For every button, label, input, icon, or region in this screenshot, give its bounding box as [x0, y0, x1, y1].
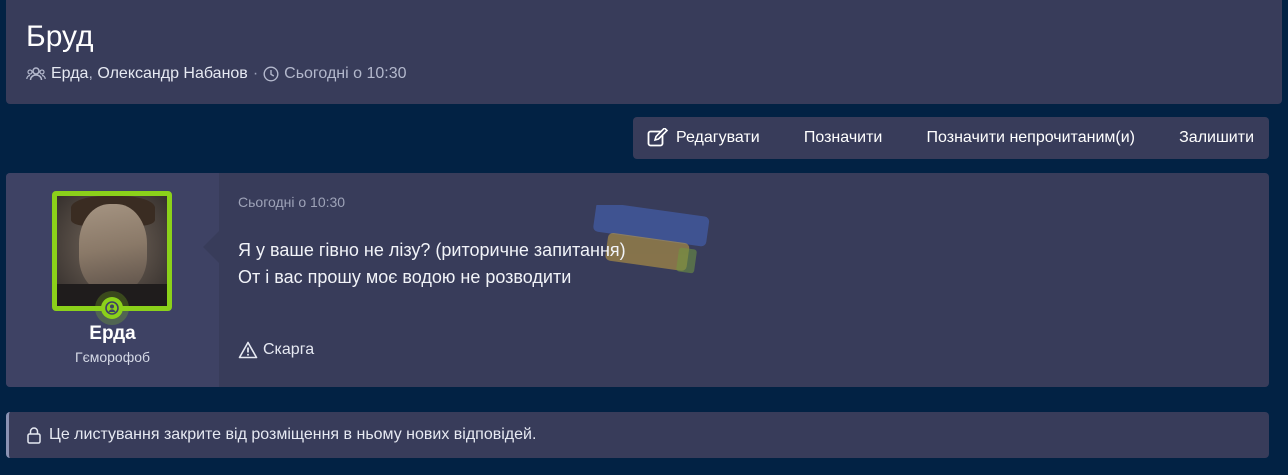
- message-arrow: [203, 231, 219, 263]
- warning-icon: [238, 341, 258, 359]
- users-icon: [26, 67, 46, 81]
- avatar-face: [79, 204, 147, 292]
- participant-separator: ,: [88, 65, 98, 82]
- user-title: Гєморофоб: [74, 349, 151, 365]
- mark-unread-button[interactable]: Позначити непрочитаним(и): [927, 129, 1135, 147]
- page-title: Бруд: [26, 20, 94, 53]
- notice-text: Це листування закрите від розміщення в н…: [49, 426, 537, 443]
- leave-button[interactable]: Залишити: [1179, 129, 1254, 147]
- lock-icon: [27, 427, 41, 444]
- participant-link[interactable]: Ерда: [51, 65, 88, 83]
- meta-separator: ·: [252, 65, 259, 82]
- thread-actions-bar: Редагувати Позначити Позначити непрочита…: [633, 117, 1269, 159]
- thread-header: Бруд Ерда , Олександр Набанов · Сьогодні…: [6, 0, 1282, 104]
- thread-meta: Ерда , Олександр Набанов · Сьогодні о 10…: [26, 65, 407, 83]
- mark-button[interactable]: Позначити: [804, 129, 882, 147]
- participant-link[interactable]: Олександр Набанов: [97, 65, 247, 83]
- mark-label: Позначити: [803, 129, 883, 146]
- closed-notice: Це листування закрите від розміщення в н…: [6, 412, 1269, 458]
- clock-icon: [263, 66, 279, 82]
- message-user-column: Ерда Гєморофоб: [6, 173, 219, 387]
- message-line: От і вас прошу моє водою не розводити: [238, 267, 572, 287]
- edit-icon: [647, 128, 669, 147]
- report-label: Скарга: [263, 341, 315, 358]
- message: Ерда Гєморофоб Сьогодні о 10:30 Я у ваше…: [6, 173, 1269, 387]
- thread-date[interactable]: Сьогодні о 10:30: [284, 65, 406, 83]
- edit-label: Редагувати: [676, 129, 760, 146]
- online-user-icon: [101, 297, 123, 319]
- leave-label: Залишити: [1179, 129, 1254, 146]
- message-body: Я у ваше гівно не лізу? (риторичне запит…: [238, 237, 626, 291]
- edit-button[interactable]: Редагувати: [647, 128, 760, 148]
- avatar[interactable]: [52, 191, 172, 311]
- message-author[interactable]: Ерда: [6, 323, 219, 345]
- message-date[interactable]: Сьогодні о 10:30: [238, 194, 345, 210]
- mark-unread-label: Позначити непрочитаним(и): [926, 129, 1135, 146]
- message-line: Я у ваше гівно не лізу? (риторичне запит…: [238, 240, 626, 260]
- report-button[interactable]: Скарга: [238, 341, 314, 359]
